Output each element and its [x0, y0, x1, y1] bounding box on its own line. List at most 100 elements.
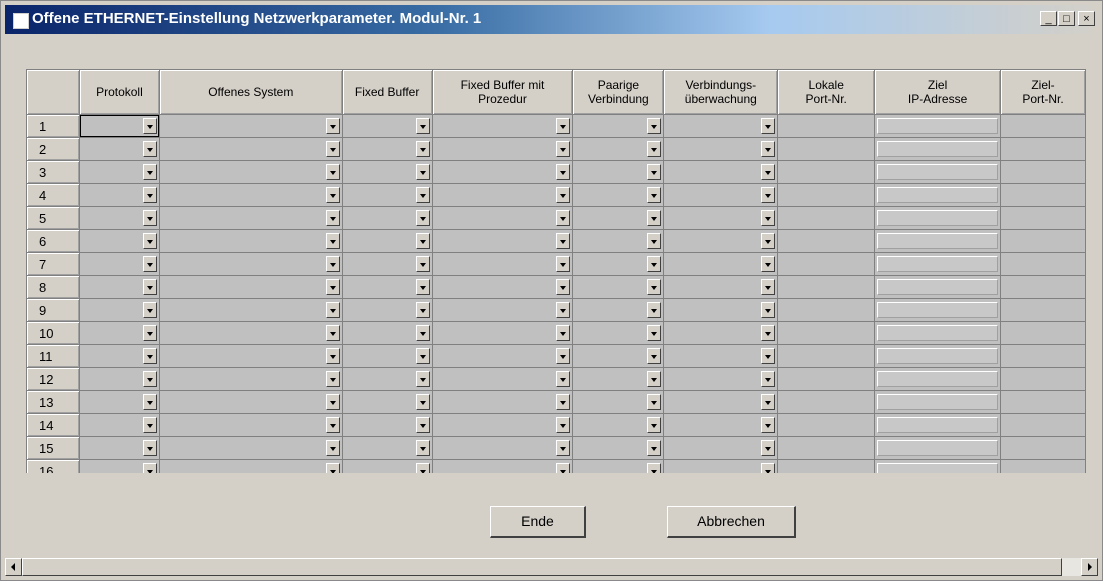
dropdown-arrow-icon[interactable]: [647, 256, 662, 272]
dropdown-arrow-icon[interactable]: [142, 440, 157, 456]
combo-cell[interactable]: [78, 321, 160, 345]
combo-cell[interactable]: [431, 137, 574, 161]
combo-cell[interactable]: [78, 275, 160, 299]
ip-address-cell[interactable]: [874, 436, 1002, 460]
combo-cell[interactable]: [78, 160, 160, 184]
dropdown-arrow-icon[interactable]: [142, 141, 157, 157]
combo-cell[interactable]: [341, 275, 433, 299]
combo-cell[interactable]: [431, 183, 574, 207]
dropdown-arrow-icon[interactable]: [415, 141, 430, 157]
port-cell[interactable]: [1000, 252, 1086, 276]
port-cell[interactable]: [1000, 344, 1086, 368]
dropdown-arrow-icon[interactable]: [556, 279, 571, 295]
dropdown-arrow-icon[interactable]: [325, 417, 340, 433]
ip-address-cell[interactable]: [874, 459, 1002, 473]
dropdown-arrow-icon[interactable]: [647, 279, 662, 295]
ip-address-field[interactable]: [877, 348, 999, 364]
combo-cell[interactable]: [572, 275, 665, 299]
scroll-left-arrow-icon[interactable]: [5, 558, 22, 576]
ip-address-field[interactable]: [877, 371, 999, 387]
combo-cell[interactable]: [663, 321, 779, 345]
ip-address-field[interactable]: [877, 325, 999, 341]
dropdown-arrow-icon[interactable]: [325, 440, 340, 456]
combo-cell[interactable]: [341, 206, 433, 230]
combo-cell[interactable]: [572, 252, 665, 276]
dropdown-arrow-icon[interactable]: [415, 325, 430, 341]
port-cell[interactable]: [777, 252, 876, 276]
combo-cell[interactable]: [341, 367, 433, 391]
dropdown-arrow-icon[interactable]: [647, 463, 662, 473]
dropdown-arrow-icon[interactable]: [647, 371, 662, 387]
dropdown-arrow-icon[interactable]: [325, 325, 340, 341]
combo-cell[interactable]: [572, 413, 665, 437]
combo-cell[interactable]: [341, 298, 433, 322]
dropdown-arrow-icon[interactable]: [556, 302, 571, 318]
dropdown-arrow-icon[interactable]: [647, 233, 662, 249]
ip-address-field[interactable]: [877, 210, 999, 226]
dropdown-arrow-icon[interactable]: [761, 210, 776, 226]
dropdown-arrow-icon[interactable]: [142, 417, 157, 433]
ip-address-cell[interactable]: [874, 114, 1002, 138]
combo-cell[interactable]: [78, 229, 160, 253]
combo-cell[interactable]: [663, 229, 779, 253]
horizontal-scrollbar[interactable]: [5, 558, 1098, 576]
combo-cell[interactable]: [572, 206, 665, 230]
dropdown-arrow-icon[interactable]: [142, 118, 157, 134]
title-bar[interactable]: Offene ETHERNET-Einstellung Netzwerkpara…: [5, 5, 1098, 34]
port-cell[interactable]: [777, 137, 876, 161]
combo-cell[interactable]: [431, 160, 574, 184]
ip-address-field[interactable]: [877, 256, 999, 272]
ip-address-cell[interactable]: [874, 275, 1002, 299]
dropdown-arrow-icon[interactable]: [556, 141, 571, 157]
combo-cell[interactable]: [158, 459, 343, 473]
dropdown-arrow-icon[interactable]: [415, 302, 430, 318]
port-cell[interactable]: [777, 413, 876, 437]
dropdown-arrow-icon[interactable]: [556, 463, 571, 473]
dropdown-arrow-icon[interactable]: [142, 302, 157, 318]
dropdown-arrow-icon[interactable]: [415, 118, 430, 134]
dropdown-arrow-icon[interactable]: [142, 210, 157, 226]
dropdown-arrow-icon[interactable]: [325, 233, 340, 249]
abbrechen-button[interactable]: Abbrechen: [667, 506, 796, 538]
close-button[interactable]: ×: [1078, 11, 1095, 26]
dropdown-arrow-icon[interactable]: [415, 440, 430, 456]
combo-cell[interactable]: [341, 114, 433, 138]
dropdown-arrow-icon[interactable]: [415, 164, 430, 180]
combo-cell[interactable]: [341, 160, 433, 184]
combo-cell[interactable]: [158, 160, 343, 184]
ip-address-cell[interactable]: [874, 413, 1002, 437]
dropdown-arrow-icon[interactable]: [325, 348, 340, 364]
port-cell[interactable]: [1000, 321, 1086, 345]
combo-cell[interactable]: [663, 160, 779, 184]
combo-cell[interactable]: [431, 436, 574, 460]
combo-cell[interactable]: [78, 298, 160, 322]
combo-cell[interactable]: [663, 298, 779, 322]
combo-cell[interactable]: [341, 252, 433, 276]
port-cell[interactable]: [777, 114, 876, 138]
dropdown-arrow-icon[interactable]: [142, 325, 157, 341]
combo-cell[interactable]: [663, 459, 779, 473]
port-cell[interactable]: [1000, 459, 1086, 473]
dropdown-arrow-icon[interactable]: [556, 417, 571, 433]
combo-cell[interactable]: [158, 275, 343, 299]
dropdown-arrow-icon[interactable]: [556, 440, 571, 456]
dropdown-arrow-icon[interactable]: [142, 371, 157, 387]
port-cell[interactable]: [1000, 206, 1086, 230]
combo-cell[interactable]: [431, 459, 574, 473]
dropdown-arrow-icon[interactable]: [142, 187, 157, 203]
dropdown-arrow-icon[interactable]: [325, 118, 340, 134]
scrollbar-thumb[interactable]: [22, 558, 1062, 576]
combo-cell[interactable]: [158, 321, 343, 345]
dropdown-arrow-icon[interactable]: [325, 141, 340, 157]
combo-cell[interactable]: [663, 114, 779, 138]
ip-address-field[interactable]: [877, 279, 999, 295]
combo-cell[interactable]: [663, 206, 779, 230]
dropdown-arrow-icon[interactable]: [415, 256, 430, 272]
dropdown-arrow-icon[interactable]: [415, 279, 430, 295]
combo-cell[interactable]: [431, 114, 574, 138]
ip-address-field[interactable]: [877, 118, 999, 134]
combo-cell[interactable]: [78, 413, 160, 437]
port-cell[interactable]: [777, 298, 876, 322]
combo-cell[interactable]: [663, 344, 779, 368]
dropdown-arrow-icon[interactable]: [325, 302, 340, 318]
